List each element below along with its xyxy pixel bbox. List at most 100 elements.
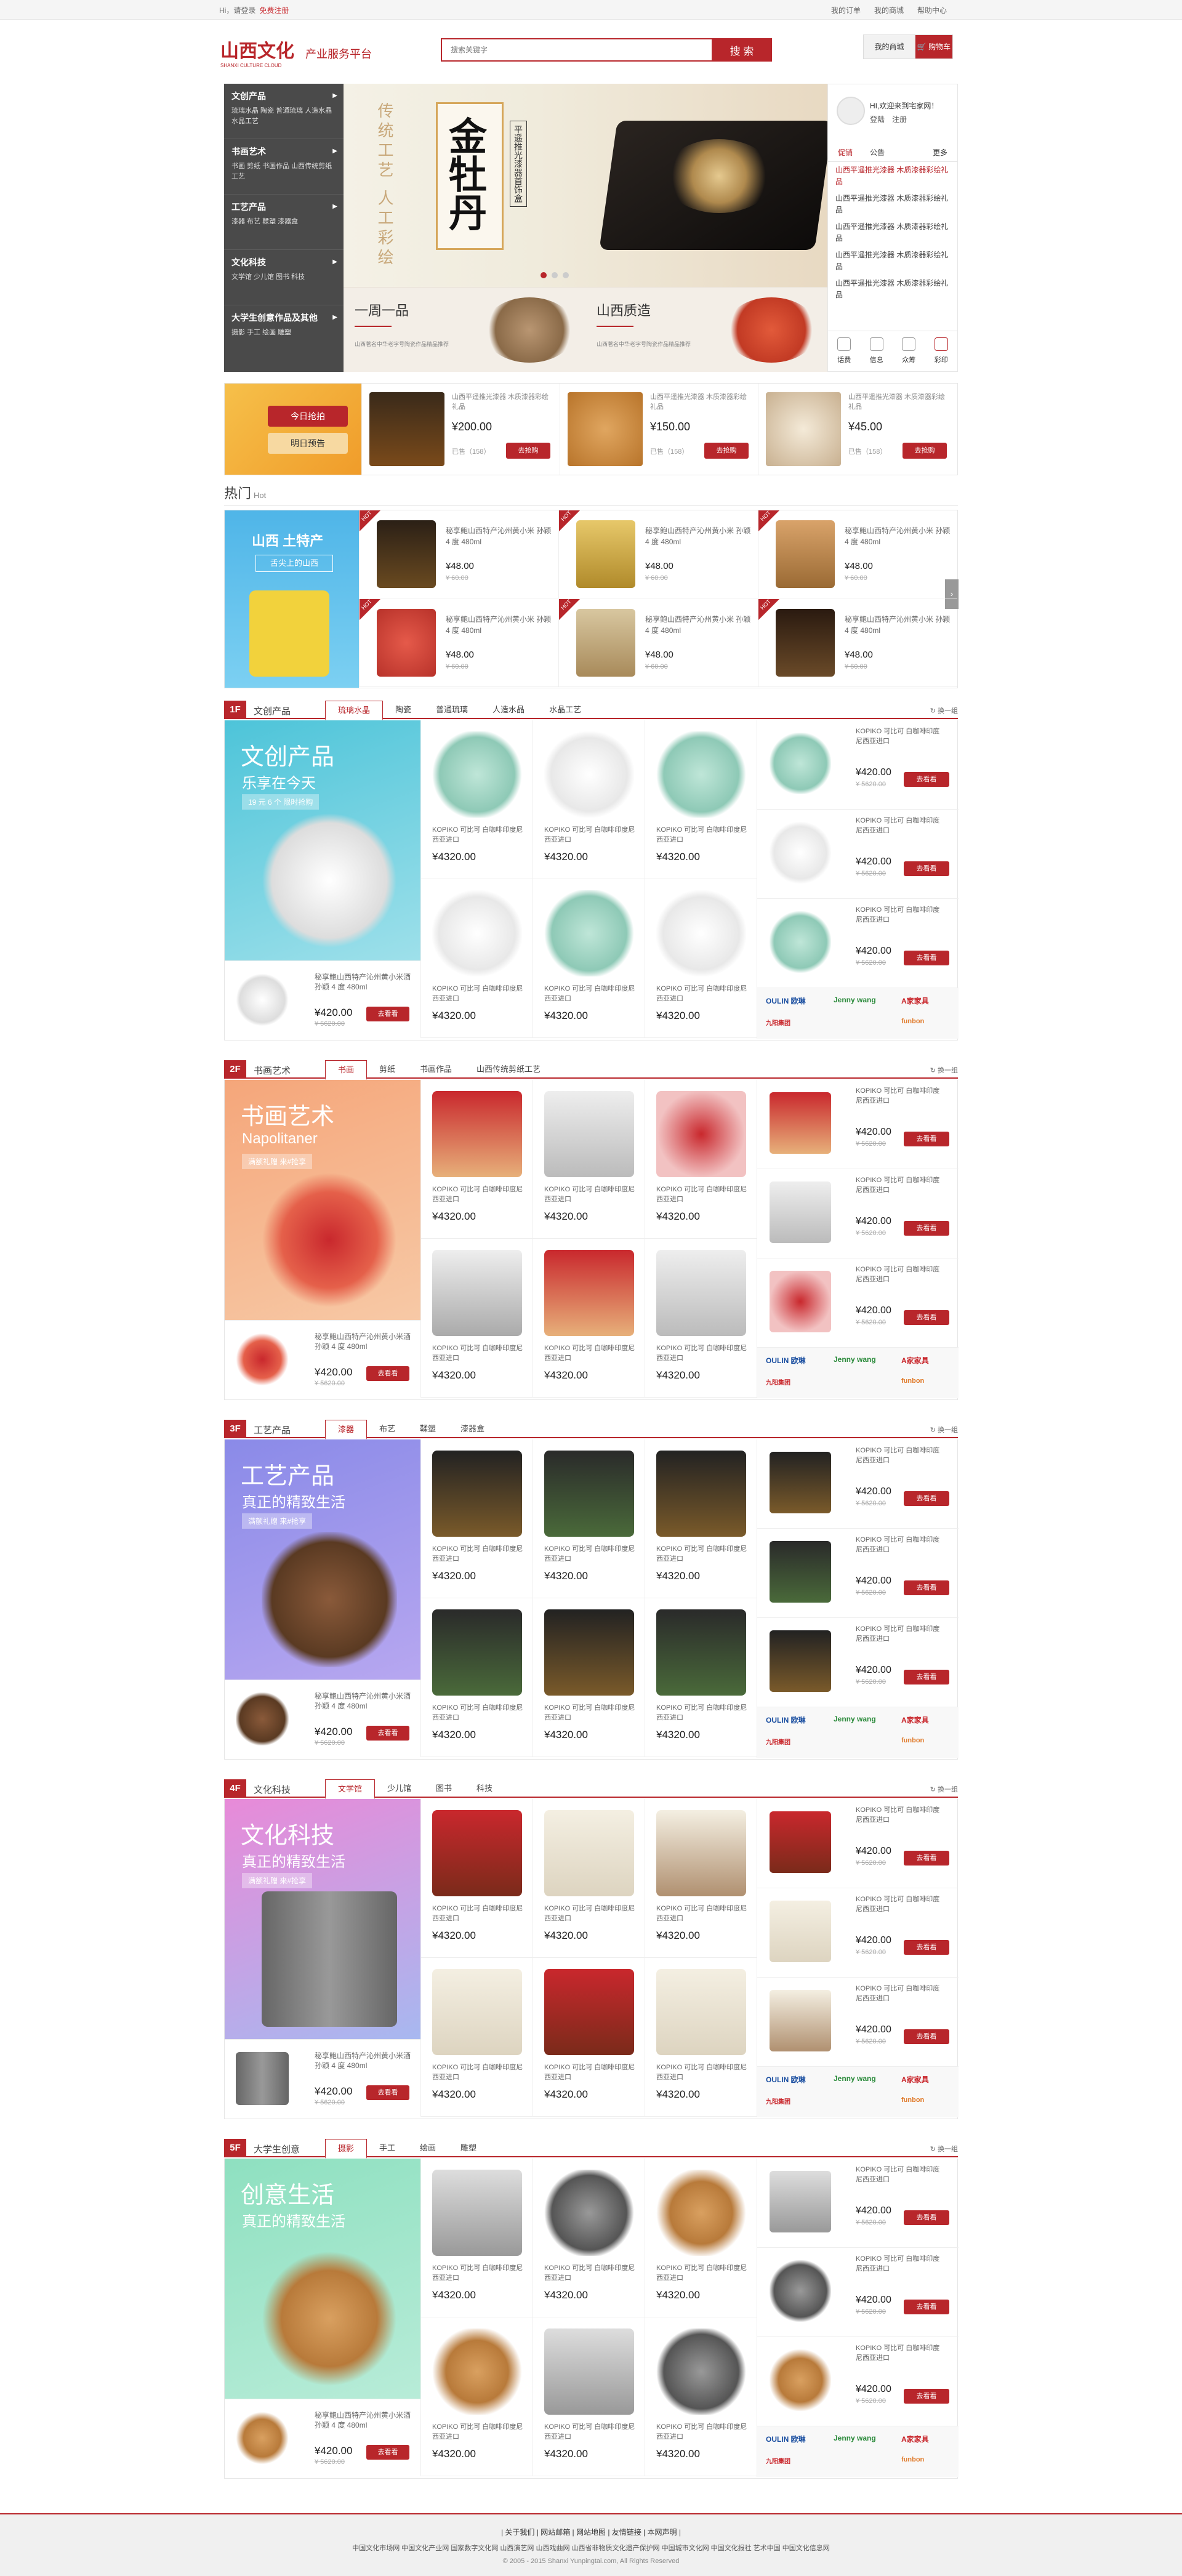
- hot-product-card[interactable]: HOT 秘享鲍山西特产沁州黄小米 孙颖 4 度 480ml ¥48.00 ¥ 60.0…: [558, 510, 758, 598]
- view-button[interactable]: 去看看: [366, 2445, 409, 2460]
- featured-product[interactable]: 秘享鲍山西特产沁州黄小米酒 孙颖 4 度 480ml ¥420.00 ¥ 5620.…: [225, 1680, 420, 1758]
- brand-logo[interactable]: funbon: [901, 1377, 924, 1385]
- grid-product-card[interactable]: KOPIKO 可比可 白咖啡印度尼西亚进口 ¥4320.00: [533, 2317, 645, 2476]
- side-product-card[interactable]: KOPIKO 可比可 白咖啡印度尼西亚进口 ¥420.00 ¥ 5620.00 去看看: [757, 2337, 959, 2426]
- floor-tab[interactable]: 剪纸: [367, 1060, 408, 1080]
- view-button[interactable]: 去看看: [904, 2210, 949, 2225]
- floor-tab[interactable]: 人造水晶: [480, 701, 537, 720]
- hot-product-card[interactable]: HOT 秘享鲍山西特产沁州黄小米 孙颖 4 度 480ml ¥48.00 ¥ 60.0…: [359, 510, 558, 598]
- side-product-card[interactable]: KOPIKO 可比可 白咖啡印度尼西亚进口 ¥420.00 ¥ 5620.00 去看看: [757, 1529, 959, 1618]
- flash-sale-item[interactable]: 山西平遥推光漆器 木质漆器彩绘礼品 ¥150.00 已售（158） 去抢购: [560, 384, 758, 475]
- grid-product-card[interactable]: KOPIKO 可比可 白咖啡印度尼西亚进口 ¥4320.00: [420, 1799, 533, 1958]
- brand-logo[interactable]: funbon: [901, 2456, 924, 2463]
- footer-sites[interactable]: 中国文化市场网 中国文化产业网 国家数字文化网 山西演艺网 山西戏曲网 山西省非…: [0, 2543, 1182, 2553]
- grid-product-card[interactable]: KOPIKO 可比可 白咖啡印度尼西亚进口 ¥4320.00: [645, 1080, 757, 1239]
- view-button[interactable]: 去看看: [904, 2300, 949, 2314]
- my-orders-link[interactable]: 我的订单: [831, 5, 861, 15]
- brand-logo[interactable]: funbon: [901, 1737, 924, 1744]
- brand-logo[interactable]: funbon: [901, 1018, 924, 1025]
- brand-logo[interactable]: OULIN 欧琳: [766, 1715, 806, 1725]
- flash-sale-item[interactable]: 山西平遥推光漆器 木质漆器彩绘礼品 ¥200.00 已售（158） 去抢购: [361, 384, 560, 475]
- hot-promo[interactable]: 山西 土特产 舌尖上的山西: [225, 510, 359, 688]
- view-button[interactable]: 去看看: [904, 1132, 949, 1146]
- grid-product-card[interactable]: KOPIKO 可比可 白咖啡印度尼西亚进口 ¥4320.00: [645, 1799, 757, 1958]
- cart-button[interactable]: 🛒 购物车: [915, 35, 952, 58]
- floor-tab[interactable]: 绘画: [408, 2139, 448, 2159]
- view-button[interactable]: 去看看: [904, 772, 949, 787]
- grid-product-card[interactable]: KOPIKO 可比可 白咖啡印度尼西亚进口 ¥4320.00: [645, 2159, 757, 2317]
- refresh-button[interactable]: ↻ 换一组: [930, 1425, 958, 1435]
- brand-logo[interactable]: A家家具: [901, 996, 929, 1006]
- brand-logo[interactable]: Jenny wang: [834, 1715, 876, 1723]
- service-info[interactable]: 信息: [869, 337, 883, 371]
- side-product-card[interactable]: KOPIKO 可比可 白咖啡印度尼西亚进口 ¥420.00 ¥ 5620.00 去看看: [757, 2159, 959, 2248]
- view-button[interactable]: 去看看: [904, 1851, 949, 1866]
- brand-logo[interactable]: 九阳集团: [766, 2096, 790, 2106]
- floor-tab[interactable]: 漆器: [325, 1420, 368, 1439]
- side-product-card[interactable]: KOPIKO 可比可 白咖啡印度尼西亚进口 ¥420.00 ¥ 5620.00 去看看: [757, 1618, 959, 1707]
- brand-logo[interactable]: OULIN 欧琳: [766, 1355, 806, 1366]
- brand-logo[interactable]: 九阳集团: [766, 2456, 790, 2465]
- category-item[interactable]: 文化科技 文学馆 少儿馆 图书 科技 ▶: [224, 250, 344, 305]
- view-button[interactable]: 去看看: [366, 1726, 409, 1741]
- view-button[interactable]: 去看看: [904, 1670, 949, 1684]
- floor-tab[interactable]: 书画作品: [408, 1060, 464, 1080]
- floor-tab[interactable]: 琉璃水晶: [325, 701, 384, 720]
- carousel-dot[interactable]: [563, 272, 569, 278]
- my-mall-link[interactable]: 我的商城: [874, 5, 904, 15]
- help-center-link[interactable]: 帮助中心: [917, 5, 947, 15]
- featured-product[interactable]: 秘享鲍山西特产沁州黄小米酒 孙颖 4 度 480ml ¥420.00 ¥ 5620.…: [225, 960, 420, 1039]
- login-link[interactable]: 登陆: [870, 115, 885, 124]
- service-crowd[interactable]: 众筹: [902, 337, 916, 371]
- featured-product[interactable]: 秘享鲍山西特产沁州黄小米酒 孙颖 4 度 480ml ¥420.00 ¥ 5620.…: [225, 2399, 420, 2477]
- floor-promo[interactable]: 工艺产品 真正的精致生活 满额礼赠 来#抢享: [225, 1439, 420, 1680]
- side-product-card[interactable]: KOPIKO 可比可 白咖啡印度尼西亚进口 ¥420.00 ¥ 5620.00 去看看: [757, 1258, 959, 1348]
- carousel-dot[interactable]: [552, 272, 558, 278]
- footer-links[interactable]: | 关于我们 | 网站邮箱 | 网站地图 | 友情链接 | 本网声明 |: [0, 2527, 1182, 2537]
- floor-tab[interactable]: 文学馆: [325, 1779, 376, 1799]
- grid-product-card[interactable]: KOPIKO 可比可 白咖啡印度尼西亚进口 ¥4320.00: [420, 1080, 533, 1239]
- search-button[interactable]: 搜 索: [712, 38, 772, 62]
- login-link[interactable]: Hi，请登录: [219, 6, 255, 15]
- grid-product-card[interactable]: KOPIKO 可比可 白咖啡印度尼西亚进口 ¥4320.00: [420, 2159, 533, 2317]
- view-button[interactable]: 去看看: [904, 861, 949, 876]
- view-button[interactable]: 去看看: [904, 1221, 949, 1236]
- floor-tab[interactable]: 雕塑: [448, 2139, 489, 2159]
- grid-product-card[interactable]: KOPIKO 可比可 白咖啡印度尼西亚进口 ¥4320.00: [533, 1239, 645, 1398]
- tab-promo[interactable]: 促销: [838, 147, 853, 158]
- view-button[interactable]: 去看看: [904, 2389, 949, 2404]
- carousel-dot[interactable]: [541, 272, 547, 278]
- grid-product-card[interactable]: KOPIKO 可比可 白咖啡印度尼西亚进口 ¥4320.00: [645, 1239, 757, 1398]
- grid-product-card[interactable]: KOPIKO 可比可 白咖啡印度尼西亚进口 ¥4320.00: [645, 1598, 757, 1757]
- brand-logo[interactable]: Jenny wang: [834, 2434, 876, 2442]
- grid-product-card[interactable]: KOPIKO 可比可 白咖啡印度尼西亚进口 ¥4320.00: [645, 879, 757, 1038]
- grid-product-card[interactable]: KOPIKO 可比可 白咖啡印度尼西亚进口 ¥4320.00: [420, 2317, 533, 2476]
- grid-product-card[interactable]: KOPIKO 可比可 白咖啡印度尼西亚进口 ¥4320.00: [420, 1439, 533, 1598]
- refresh-button[interactable]: ↻ 换一组: [930, 1065, 958, 1075]
- grid-product-card[interactable]: KOPIKO 可比可 白咖啡印度尼西亚进口 ¥4320.00: [645, 1958, 757, 2117]
- tomorrow-preview-button[interactable]: 明日预告: [268, 433, 348, 454]
- news-item[interactable]: 山西平遥推光漆器 木质漆器彩绘礼品: [835, 278, 952, 301]
- hot-product-card[interactable]: HOT 秘享鲍山西特产沁州黄小米 孙颖 4 度 480ml ¥48.00 ¥ 60.0…: [758, 510, 957, 598]
- floor-tab[interactable]: 书画: [325, 1060, 368, 1080]
- grid-product-card[interactable]: KOPIKO 可比可 白咖啡印度尼西亚进口 ¥4320.00: [533, 1439, 645, 1598]
- side-product-card[interactable]: KOPIKO 可比可 白咖啡印度尼西亚进口 ¥420.00 ¥ 5620.00 去看看: [757, 2248, 959, 2337]
- refresh-button[interactable]: ↻ 换一组: [930, 1784, 958, 1794]
- brand-logo[interactable]: 九阳集团: [766, 1377, 790, 1387]
- featured-product[interactable]: 秘享鲍山西特产沁州黄小米酒 孙颖 4 度 480ml ¥420.00 ¥ 5620.…: [225, 1320, 420, 1399]
- flash-sale-item[interactable]: 山西平遥推光漆器 木质漆器彩绘礼品 ¥45.00 已售（158） 去抢购: [758, 384, 956, 475]
- grid-product-card[interactable]: KOPIKO 可比可 白咖啡印度尼西亚进口 ¥4320.00: [645, 1439, 757, 1598]
- brand-logo[interactable]: Jenny wang: [834, 2074, 876, 2083]
- register-link[interactable]: 免费注册: [259, 6, 289, 15]
- today-sale-button[interactable]: 今日抢拍: [268, 406, 348, 427]
- brand-logo[interactable]: A家家具: [901, 2434, 929, 2444]
- view-button[interactable]: 去看看: [904, 951, 949, 965]
- grid-product-card[interactable]: KOPIKO 可比可 白咖啡印度尼西亚进口 ¥4320.00: [420, 1239, 533, 1398]
- hot-product-card[interactable]: HOT 秘享鲍山西特产沁州黄小米 孙颖 4 度 480ml ¥48.00 ¥ 60.0…: [758, 598, 957, 687]
- side-product-card[interactable]: KOPIKO 可比可 白咖啡印度尼西亚进口 ¥420.00 ¥ 5620.00 去看看: [757, 810, 959, 899]
- buy-button[interactable]: 去抢购: [506, 443, 550, 459]
- brand-logo[interactable]: A家家具: [901, 1355, 929, 1366]
- category-item[interactable]: 书画艺术 书画 剪纸 书画作品 山西传统剪纸工艺 ▶: [224, 139, 344, 195]
- floor-promo[interactable]: 书画艺术 Napolitaner 满额礼赠 来#抢享: [225, 1080, 420, 1320]
- brand-logo[interactable]: OULIN 欧琳: [766, 2434, 806, 2444]
